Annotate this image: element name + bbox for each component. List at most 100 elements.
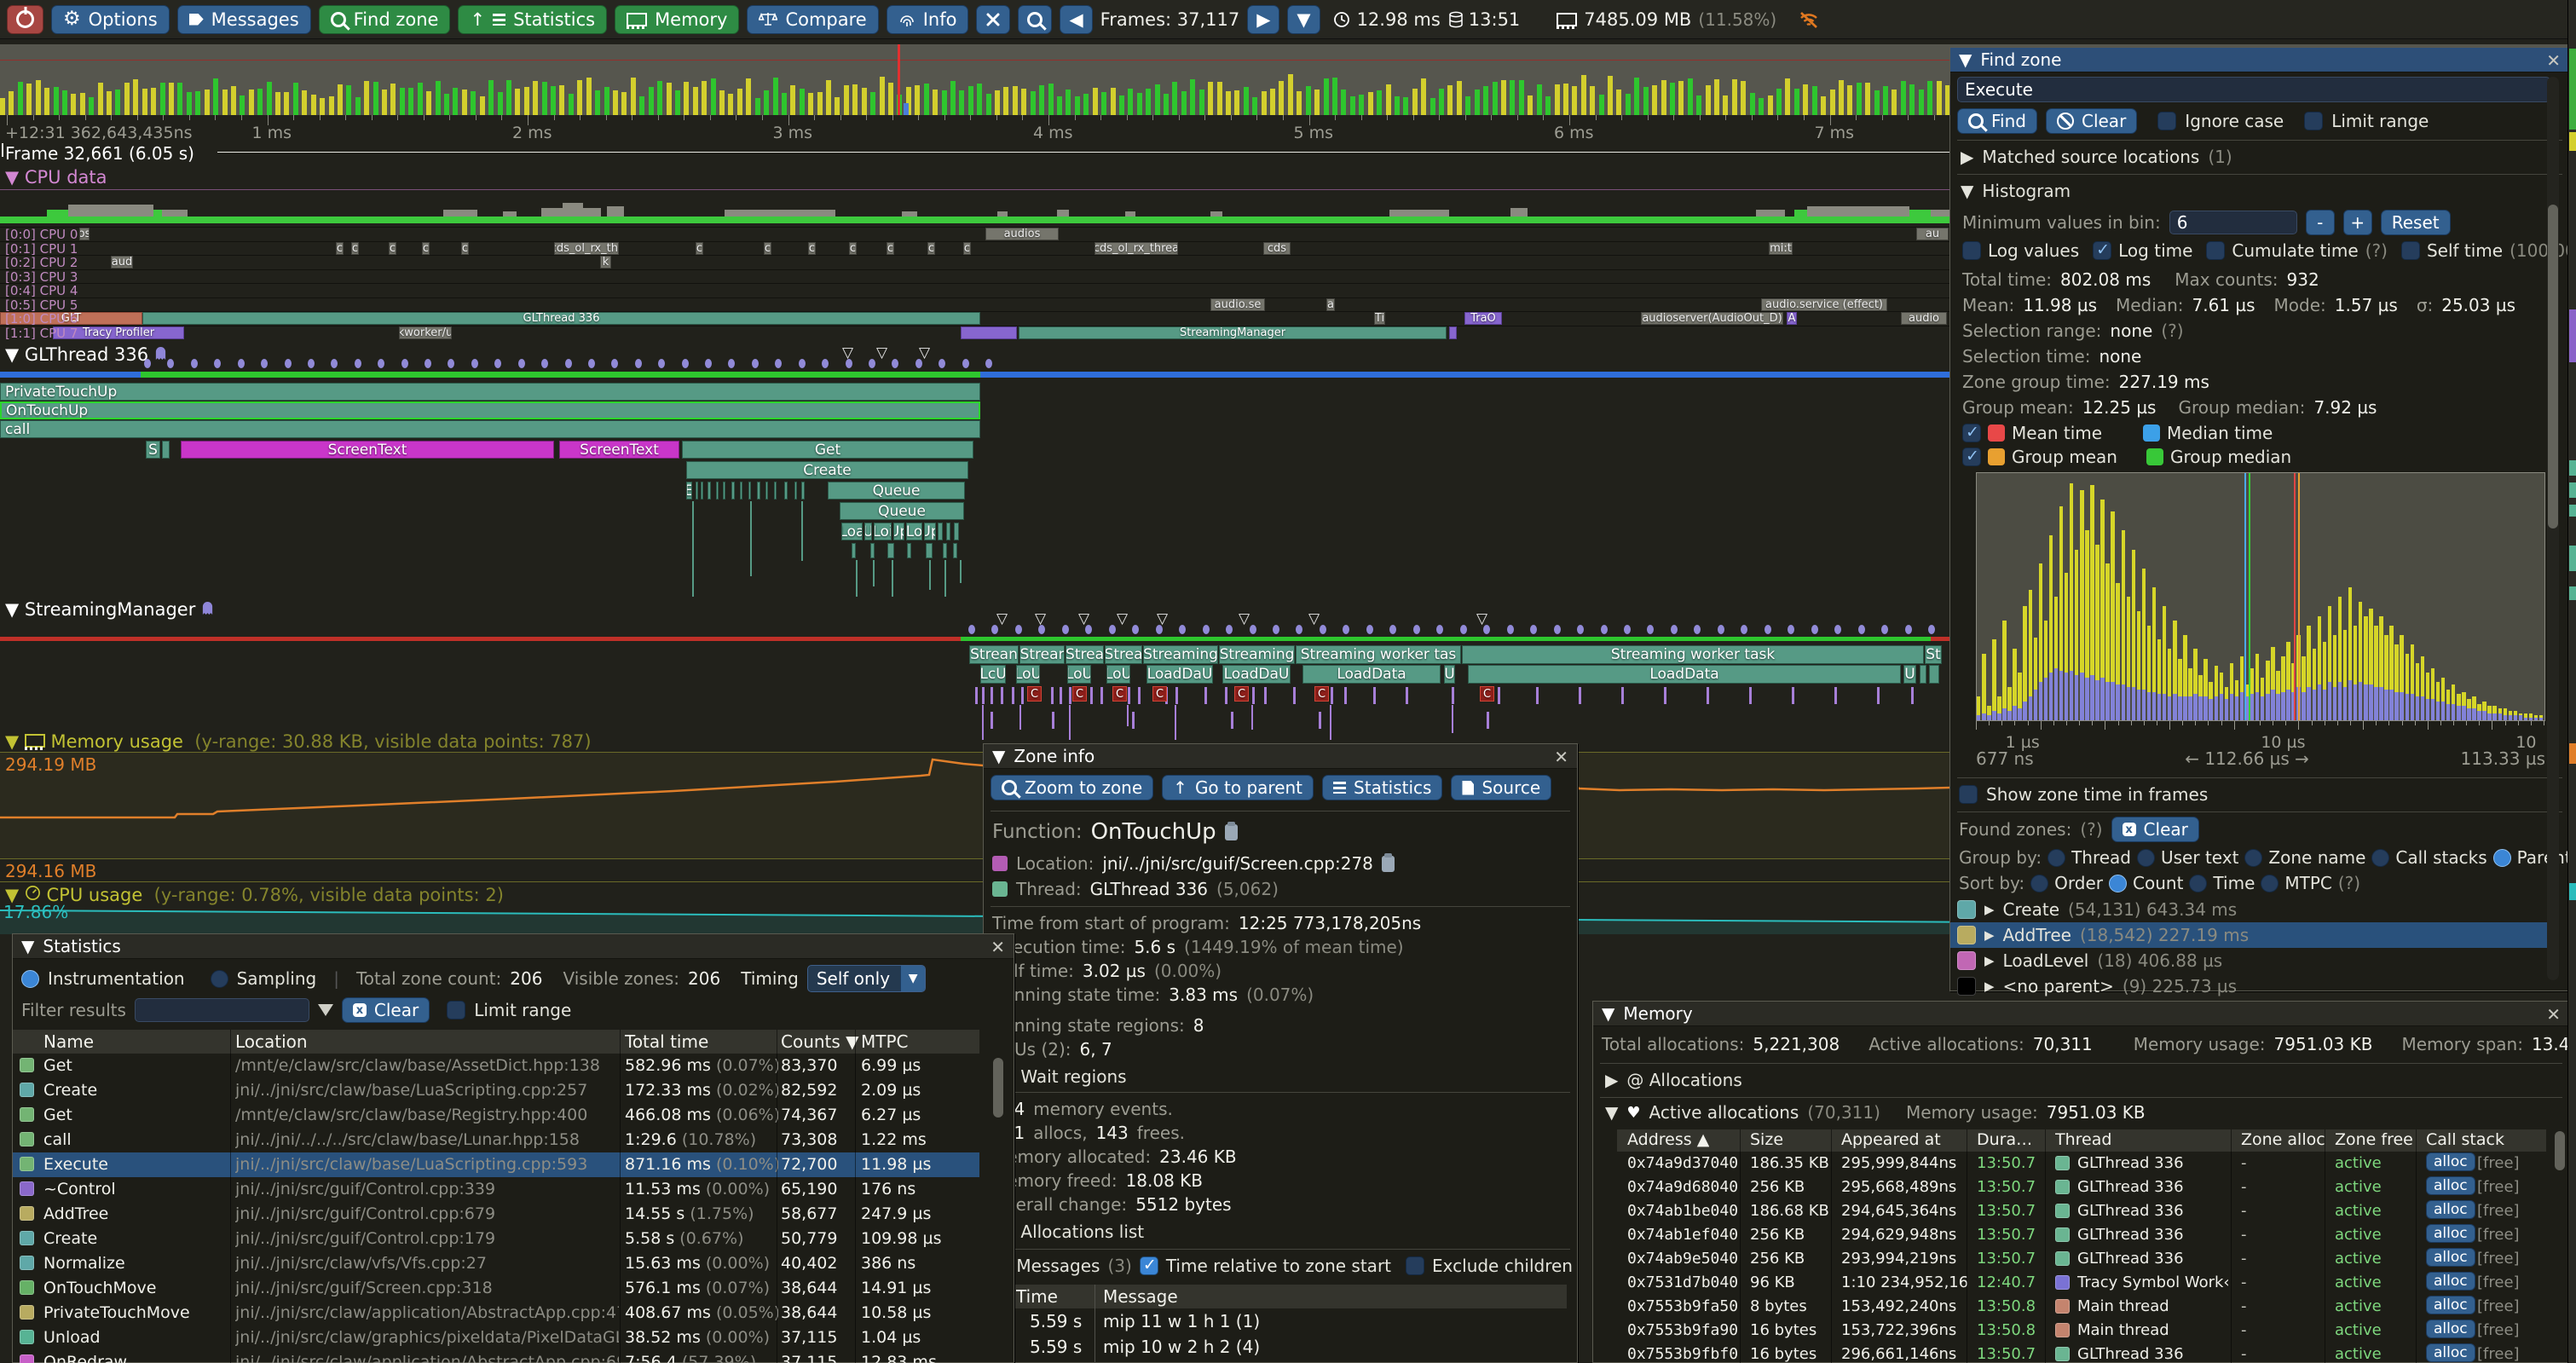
lock-marker-icon[interactable] bbox=[1109, 625, 1116, 634]
alloc-callstack-button[interactable]: alloc bbox=[2426, 1272, 2475, 1291]
frame-bar[interactable] bbox=[436, 81, 441, 115]
frame-bar[interactable] bbox=[1279, 81, 1284, 115]
frame-bar[interactable] bbox=[621, 92, 627, 115]
frame-bar[interactable] bbox=[684, 82, 689, 115]
lock-marker-icon[interactable] bbox=[846, 359, 852, 368]
lock-marker-icon[interactable] bbox=[1156, 625, 1163, 634]
timeline-zone[interactable]: U bbox=[1444, 665, 1455, 684]
frame-bar[interactable] bbox=[1128, 89, 1133, 115]
frame-bar[interactable] bbox=[390, 84, 396, 115]
sort-by-radio-count[interactable] bbox=[2109, 875, 2127, 892]
scrollbar-thumb[interactable] bbox=[2555, 1131, 2565, 1170]
frame-bar[interactable] bbox=[613, 90, 618, 115]
frame-bar[interactable] bbox=[338, 84, 343, 115]
frame-bar[interactable] bbox=[240, 95, 245, 115]
frame-bar[interactable] bbox=[1332, 78, 1337, 115]
find-zone-scrollbar[interactable] bbox=[2547, 77, 2559, 980]
lock-marker-icon[interactable] bbox=[1928, 625, 1935, 634]
lock-marker-icon[interactable] bbox=[1905, 625, 1912, 634]
timeline-zone[interactable] bbox=[938, 523, 943, 540]
frame-bar[interactable] bbox=[1119, 95, 1124, 115]
frame-bar[interactable] bbox=[800, 89, 805, 115]
lock-marker-icon[interactable] bbox=[1741, 625, 1747, 634]
close-icon[interactable]: ✕ bbox=[1554, 747, 1568, 767]
frame-bar[interactable] bbox=[524, 87, 529, 115]
message-row[interactable]: 5.59 smip 9 w 4 h 4 (16) bbox=[1008, 1360, 1567, 1363]
lock-marker-icon[interactable] bbox=[1132, 625, 1139, 634]
frame-bar[interactable] bbox=[719, 90, 725, 115]
lock-marker-icon[interactable] bbox=[214, 359, 221, 368]
timeline-zone[interactable]: Strea bbox=[1066, 645, 1104, 664]
lock-marker-icon[interactable] bbox=[1554, 625, 1561, 634]
lock-marker-icon[interactable] bbox=[1507, 625, 1514, 634]
frame-bar[interactable] bbox=[444, 94, 449, 115]
frame-bar[interactable] bbox=[1759, 98, 1764, 115]
frame-bar[interactable] bbox=[98, 83, 103, 115]
table-row[interactable]: Get/mnt/e/claw/src/claw/base/Registry.hp… bbox=[13, 1103, 979, 1128]
cpu-zone[interactable]: cds bbox=[1263, 242, 1291, 255]
expand-icon[interactable]: ▶ bbox=[1984, 979, 1995, 994]
frame-bar[interactable] bbox=[1048, 84, 1054, 115]
table-row[interactable]: calljni/../jni/../../../src/claw/base/Lu… bbox=[13, 1128, 979, 1152]
timeline-zone[interactable]: LoadData bbox=[1302, 665, 1441, 684]
lock-marker-icon[interactable] bbox=[1250, 625, 1256, 634]
table-row[interactable]: 0x74ab1be040186.68 KB294,645,364ns13:50.… bbox=[1617, 1199, 2546, 1223]
frame-bar[interactable] bbox=[862, 88, 867, 115]
lock-marker-icon[interactable] bbox=[728, 359, 735, 368]
clipboard-icon[interactable] bbox=[1225, 824, 1238, 840]
message-marker-icon[interactable]: ▽ bbox=[1117, 610, 1128, 627]
frame-bar[interactable] bbox=[711, 78, 716, 115]
frame-bar[interactable] bbox=[1270, 89, 1275, 115]
timeline-zone[interactable]: S bbox=[146, 441, 160, 459]
statistics-titlebar[interactable]: ▼ Statistics✕ bbox=[13, 934, 1014, 959]
column-header[interactable]: MTPC bbox=[861, 1031, 909, 1052]
frame-bar[interactable] bbox=[1626, 94, 1631, 115]
frame-bar[interactable] bbox=[267, 82, 272, 115]
frame-bar[interactable] bbox=[790, 85, 795, 115]
frame-bar[interactable] bbox=[604, 87, 609, 115]
frame-bar[interactable] bbox=[373, 82, 378, 115]
lock-marker-icon[interactable] bbox=[799, 359, 806, 368]
frame-bar[interactable] bbox=[1545, 96, 1551, 115]
alloc-callstack-button[interactable]: alloc bbox=[2426, 1248, 2475, 1267]
cpu-zone[interactable] bbox=[1449, 326, 1457, 339]
table-row[interactable]: Unloadjni/../jni/src/claw/graphics/pixel… bbox=[13, 1325, 979, 1350]
column-header[interactable]: Zone alloc bbox=[2241, 1130, 2325, 1149]
frame-bar[interactable] bbox=[924, 84, 929, 115]
source-button[interactable]: Source bbox=[1451, 775, 1551, 800]
reset-button[interactable]: Reset bbox=[2381, 210, 2451, 235]
cpu-zone[interactable]: StreamingManager bbox=[1019, 326, 1447, 339]
lock-marker-icon[interactable] bbox=[1577, 625, 1584, 634]
frame-bar[interactable] bbox=[808, 93, 813, 115]
alloc-callstack-button[interactable]: alloc bbox=[2426, 1343, 2475, 1362]
cpu-data-header[interactable]: ▼ CPU data bbox=[5, 167, 107, 188]
table-row[interactable]: Normalizejni/../jni/src/claw/vfs/Vfs.cpp… bbox=[13, 1251, 979, 1276]
frame-bar[interactable] bbox=[1563, 84, 1568, 115]
frame-bar[interactable] bbox=[257, 89, 263, 115]
limit-range-checkbox[interactable] bbox=[2304, 112, 2323, 130]
lock-marker-icon[interactable] bbox=[635, 359, 642, 368]
timeline-zone[interactable] bbox=[757, 482, 760, 500]
clear-filter-button[interactable]: xClear bbox=[342, 997, 430, 1023]
frame-bar[interactable] bbox=[702, 81, 707, 115]
lock-marker-icon[interactable] bbox=[939, 359, 945, 368]
frame-bar[interactable] bbox=[1164, 94, 1169, 115]
frame-bar[interactable] bbox=[1599, 95, 1604, 115]
lock-marker-icon[interactable] bbox=[991, 625, 998, 634]
cpu-zone[interactable]: c bbox=[696, 242, 703, 255]
timeline-zone[interactable]: PrivateTouchUp bbox=[0, 383, 980, 401]
frame-bar[interactable] bbox=[1421, 78, 1426, 115]
timeline-zone[interactable] bbox=[870, 543, 875, 558]
c-zone[interactable]: C bbox=[1480, 686, 1494, 702]
lock-marker-icon[interactable] bbox=[448, 359, 454, 368]
frame-bar[interactable] bbox=[1696, 95, 1701, 115]
timeline-zone[interactable] bbox=[887, 543, 894, 558]
frame-bar[interactable] bbox=[1386, 84, 1391, 115]
frame-bar[interactable] bbox=[667, 83, 672, 115]
cpu-zone[interactable]: c bbox=[389, 242, 396, 255]
lock-marker-icon[interactable] bbox=[869, 359, 875, 368]
timeline-zone[interactable]: Get bbox=[682, 441, 973, 459]
frame-bar[interactable] bbox=[1217, 82, 1222, 115]
frame-bar[interactable] bbox=[1314, 90, 1320, 115]
frame-bar[interactable] bbox=[1031, 91, 1036, 115]
